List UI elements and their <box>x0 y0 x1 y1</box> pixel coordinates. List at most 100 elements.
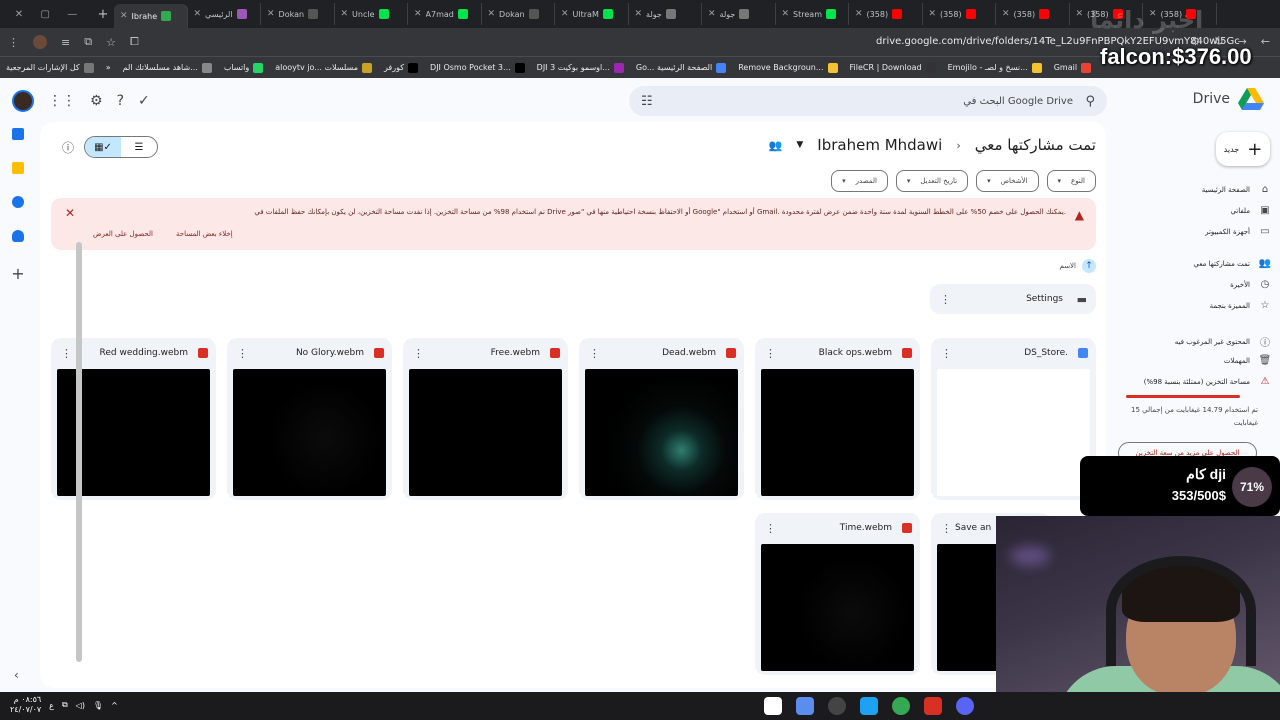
more-actions-icon[interactable]: ⋮ <box>589 347 600 360</box>
close-tab-icon[interactable]: ✕ <box>561 9 569 19</box>
file-card[interactable]: ⋮ DS_Store. <box>931 338 1096 500</box>
nav-item[interactable]: ملفاتي ▣ <box>1230 205 1272 216</box>
close-tab-icon[interactable]: ✕ <box>929 9 937 19</box>
more-actions-icon[interactable]: ⋮ <box>765 347 776 360</box>
bookmark-item[interactable]: كل الإشارات المرجعية <box>0 62 100 73</box>
bookmark-item[interactable]: Gmail <box>1048 62 1097 73</box>
browser-tab[interactable]: ✕ A7mad <box>408 3 482 25</box>
filter-chip[interactable]: ▾ المصدر <box>831 170 888 192</box>
nav-item[interactable]: الأخيرة ◷ <box>1230 279 1272 290</box>
menu-dots-icon[interactable]: ⋮ <box>8 36 19 49</box>
file-card[interactable]: ⋮ No Glory.webm <box>227 338 392 500</box>
keep-icon[interactable] <box>12 162 24 174</box>
add-addon-icon[interactable]: + <box>11 264 24 283</box>
calendar-icon[interactable] <box>12 128 24 140</box>
browser-tab[interactable]: ✕ جولة <box>702 3 776 25</box>
app-obs-icon[interactable] <box>828 697 846 715</box>
file-thumbnail[interactable] <box>233 369 386 496</box>
grid-view-icon[interactable]: ▦✓ <box>85 137 121 157</box>
bookmark-item[interactable]: واتساب <box>218 62 269 73</box>
browser-tab[interactable]: ✕ Uncle <box>335 3 408 25</box>
bookmark-item[interactable]: Go... الصفحة الرئيسية <box>630 62 732 73</box>
bookmark-item[interactable]: alooytv jo... مسلسلات <box>269 62 378 73</box>
close-tab-icon[interactable]: ✕ <box>194 9 202 19</box>
volume-icon[interactable]: ◁) <box>76 701 85 710</box>
app-discord-icon[interactable] <box>956 697 974 715</box>
bookmark-item[interactable]: FileCR | Download <box>844 62 942 73</box>
sort-control[interactable]: الاسم ↑ <box>1060 259 1096 273</box>
scrollbar[interactable] <box>76 242 82 662</box>
more-actions-icon[interactable]: ⋮ <box>765 522 776 535</box>
file-card[interactable]: ⋮ Free.webm <box>403 338 568 500</box>
browser-tab[interactable]: ✕ الرئيسي <box>188 3 261 25</box>
maximize-window-icon[interactable]: ▢ <box>40 9 49 20</box>
browser-tab[interactable]: ✕ Dokan <box>261 3 335 25</box>
file-thumbnail[interactable] <box>937 369 1090 496</box>
app-store-icon[interactable] <box>796 697 814 715</box>
close-tab-icon[interactable]: ✕ <box>120 11 128 21</box>
filter-chip[interactable]: ▾ تاريخ التعديل <box>895 170 969 192</box>
tasks-icon[interactable] <box>12 196 24 208</box>
file-thumbnail[interactable] <box>409 369 562 496</box>
breadcrumb-current[interactable]: Ibrahem Mhdawi <box>817 136 942 154</box>
close-tab-icon[interactable]: ✕ <box>488 9 496 19</box>
app-chrome-icon[interactable] <box>892 697 910 715</box>
filter-chip[interactable]: ▾ الأشخاص <box>976 170 1039 192</box>
more-actions-icon[interactable]: ⋮ <box>237 347 248 360</box>
search-options-icon[interactable]: ☷ <box>641 94 653 109</box>
clock[interactable]: ٠٨:٥٦ م ٢٤/٠٧/٠٧ <box>10 695 41 715</box>
app-capcut-icon[interactable] <box>764 697 782 715</box>
more-actions-icon[interactable]: ⋮ <box>941 347 952 360</box>
apps-grid-icon[interactable]: ⋮⋮ <box>48 93 76 109</box>
bookmark-item[interactable]: DJI Osmo Pocket 3... <box>424 62 531 73</box>
file-thumbnail[interactable] <box>585 369 738 496</box>
sort-direction-icon[interactable]: ↑ <box>1082 259 1096 273</box>
account-avatar[interactable] <box>12 90 34 112</box>
profile-avatar[interactable] <box>33 35 47 49</box>
more-actions-icon[interactable]: ⋮ <box>413 347 424 360</box>
details-info-icon[interactable]: ⓘ <box>62 139 74 156</box>
search-icon[interactable]: ⚲ <box>1085 94 1095 109</box>
microphone-icon[interactable]: 🎙 <box>93 701 103 710</box>
browser-tab[interactable]: ✕ (358) <box>996 3 1070 25</box>
browser-tab[interactable]: ✕ (358) <box>849 3 923 25</box>
app-vivaldi-icon[interactable] <box>924 697 942 715</box>
close-window-icon[interactable]: ✕ <box>15 9 23 20</box>
settings-icon[interactable]: ⚙ <box>90 93 103 109</box>
list-view-icon[interactable]: ☰ <box>121 137 157 157</box>
nav-item[interactable]: المميزة بنجمة ☆ <box>1210 300 1272 311</box>
browser-tab[interactable]: ✕ UltraM <box>555 3 629 25</box>
minimize-window-icon[interactable]: — <box>67 9 77 20</box>
file-card[interactable]: ⋮ Time.webm <box>755 513 920 675</box>
more-actions-icon[interactable]: ⋮ <box>61 347 72 360</box>
folder-item[interactable]: ⋮ Settings ▬ <box>930 284 1096 314</box>
shared-people-icon[interactable]: 👥 <box>769 139 783 152</box>
new-button[interactable]: جديد + <box>1216 132 1270 166</box>
file-thumbnail[interactable] <box>761 369 914 496</box>
search-bar[interactable]: ☷ البحث في Google Drive ⚲ <box>629 86 1107 116</box>
close-tab-icon[interactable]: ✕ <box>341 9 349 19</box>
app-facebook-icon[interactable] <box>860 697 878 715</box>
bookmarks-overflow-icon[interactable]: » <box>100 63 117 72</box>
nav-item[interactable]: المحتوى غير المرغوب فيه ⓘ <box>1175 334 1272 350</box>
help-icon[interactable]: ? <box>117 93 124 109</box>
browser-tab[interactable]: ✕ Dokan <box>482 3 555 25</box>
close-tab-icon[interactable]: ✕ <box>635 9 643 19</box>
extensions-icon[interactable]: ⧉ <box>84 35 92 49</box>
tab-search-icon[interactable]: ≡ <box>61 36 70 49</box>
more-actions-icon[interactable]: ⋮ <box>940 293 951 306</box>
offline-status-icon[interactable]: ✓ <box>138 93 150 109</box>
language-indicator[interactable]: ع <box>49 701 54 710</box>
tray-expand-icon[interactable]: ^ <box>111 701 118 710</box>
contacts-icon[interactable] <box>12 230 24 242</box>
bookmark-item[interactable]: Remove Backgroun... <box>732 62 843 73</box>
browser-tab[interactable]: ✕ Stream <box>776 3 849 25</box>
back-icon[interactable]: ← <box>1261 35 1270 48</box>
close-tab-icon[interactable]: ✕ <box>855 9 863 19</box>
nav-item[interactable]: تمت مشاركتها معي 👥 <box>1193 258 1272 269</box>
close-tab-icon[interactable]: ✕ <box>267 9 275 19</box>
browser-tab[interactable]: ✕ (358) <box>923 3 996 25</box>
new-tab-button[interactable]: + <box>92 7 114 22</box>
screenshot-icon[interactable]: ⧠ <box>130 35 139 49</box>
bookmark-item[interactable]: كورفر <box>378 62 424 73</box>
